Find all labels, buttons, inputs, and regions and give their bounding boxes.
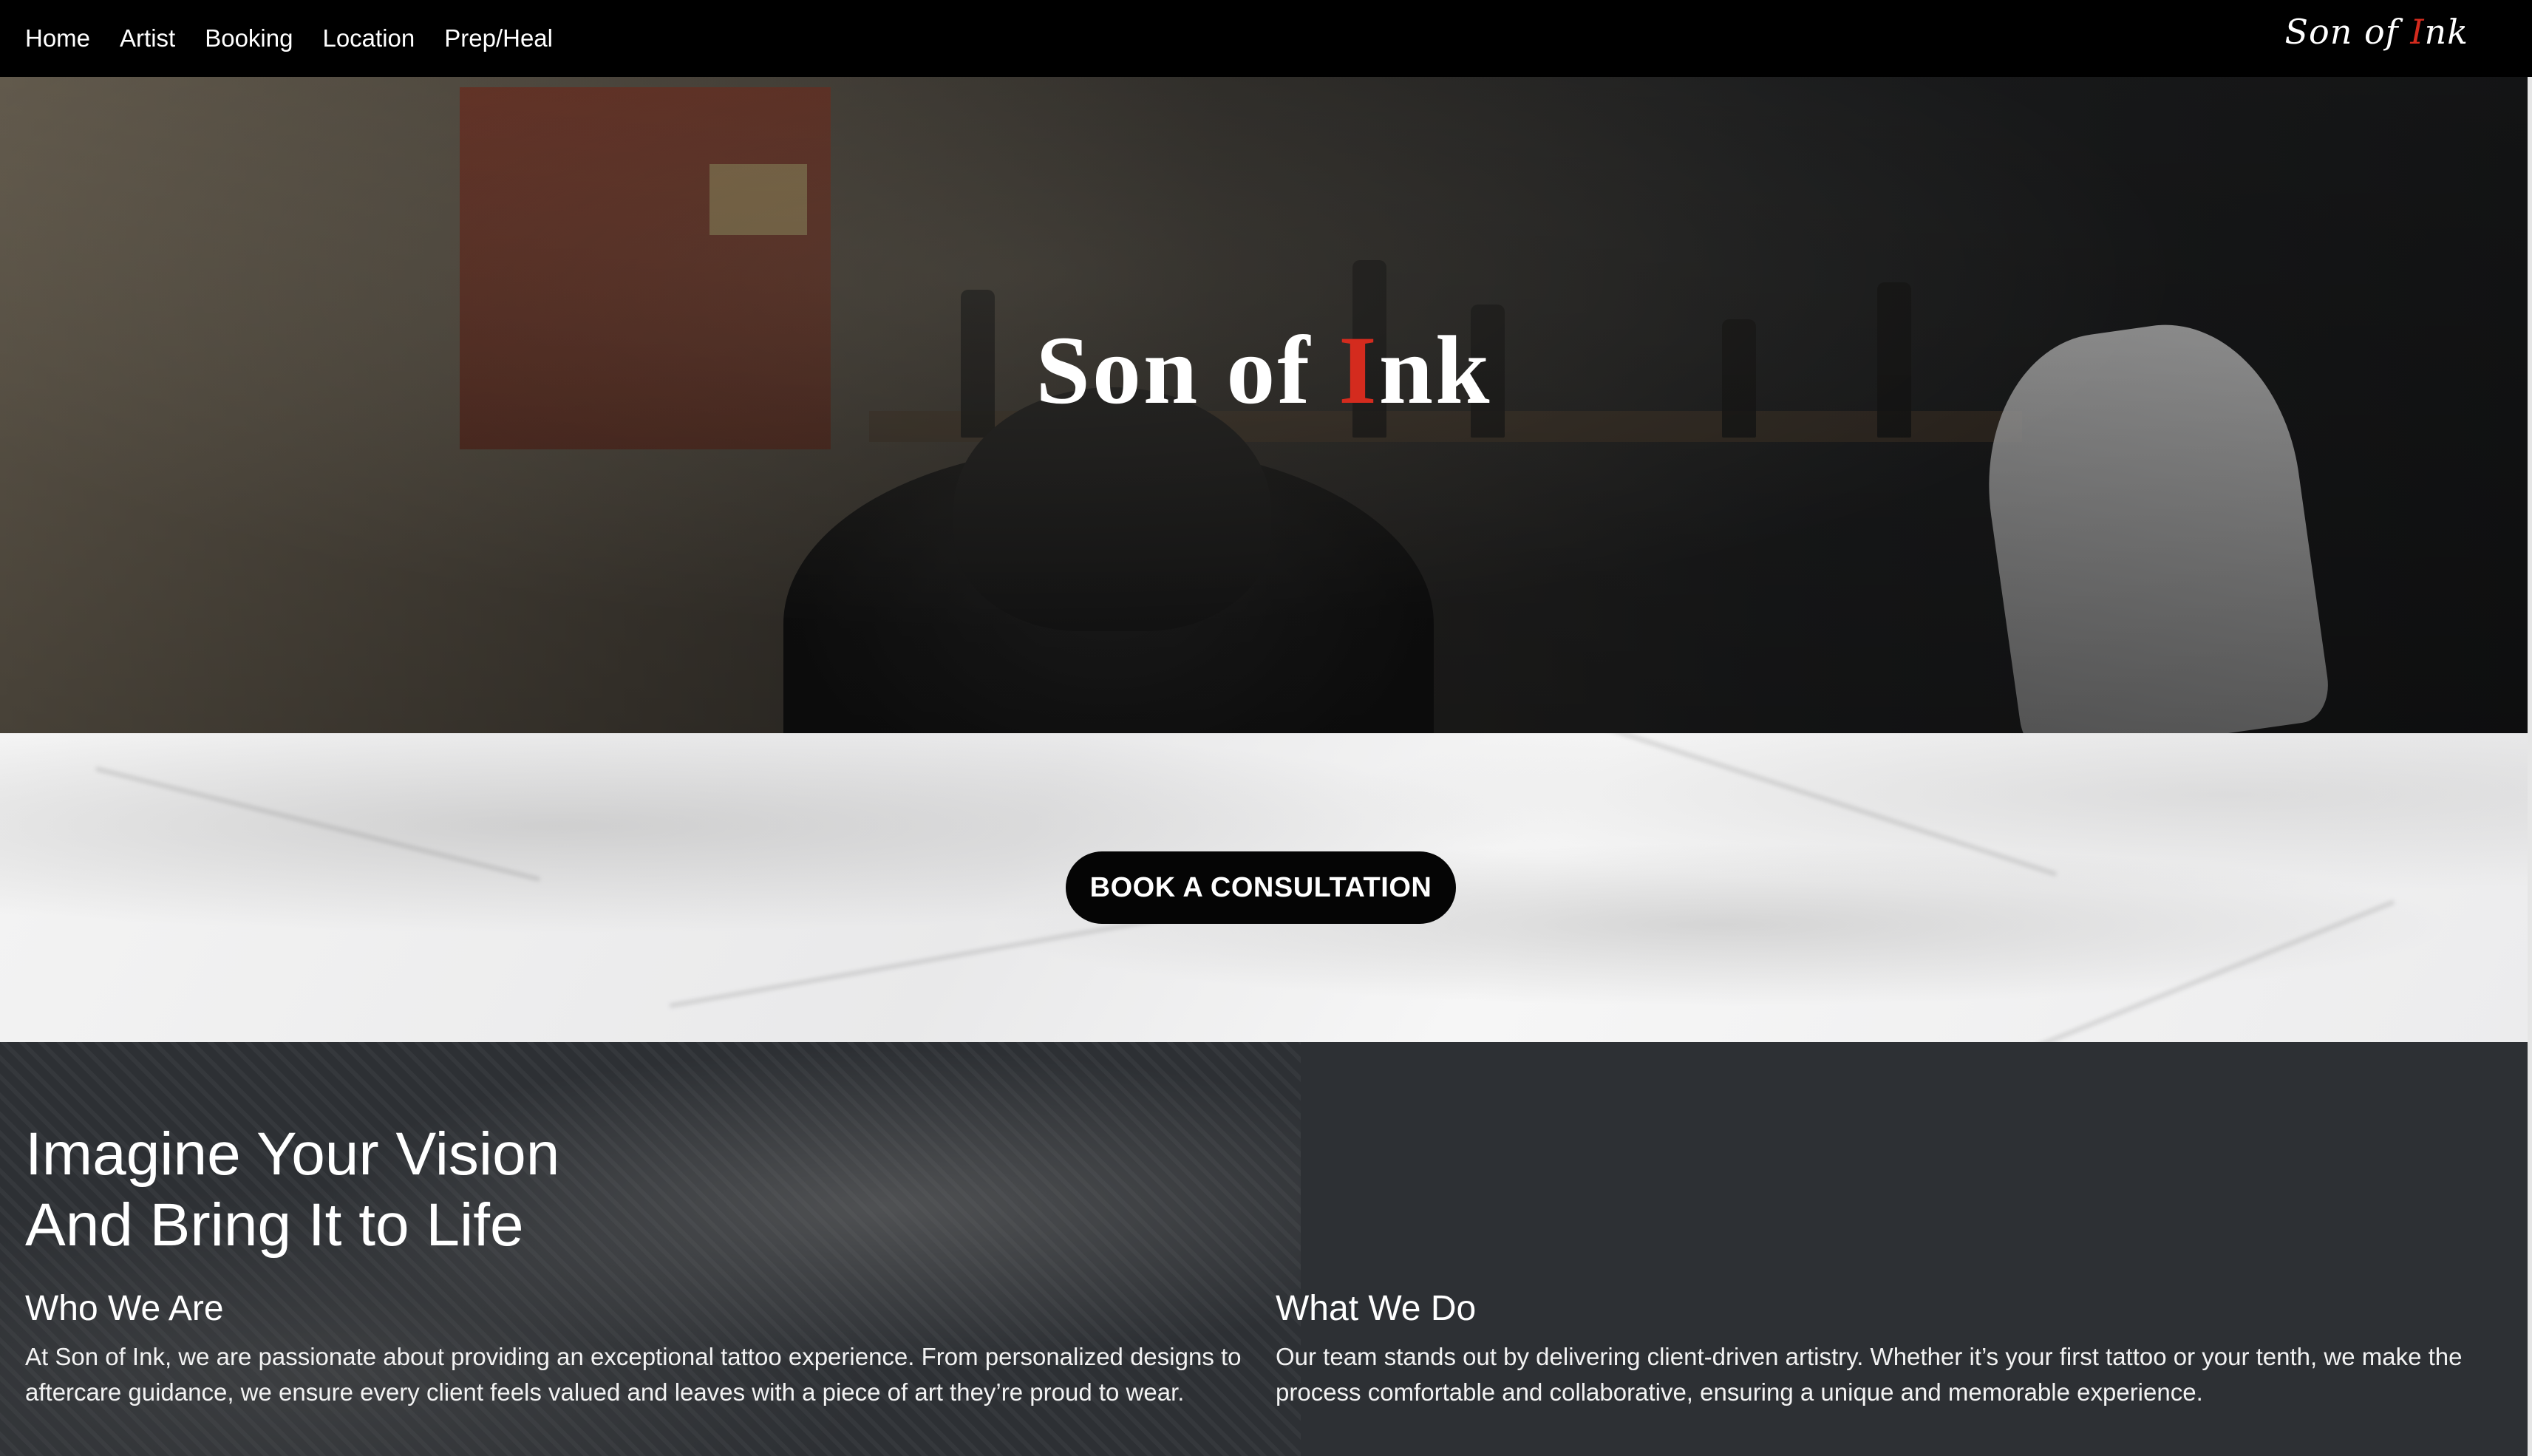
marble-vein — [2009, 899, 2395, 1042]
hero-title: Son of Ink — [0, 313, 2528, 426]
page-scrollbar[interactable] — [2528, 77, 2532, 1456]
who-we-are-text: At Son of Ink, we are passionate about p… — [25, 1343, 1242, 1406]
hero-title-post: nk — [1378, 316, 1492, 424]
top-navbar: Home Artist Booking Location Prep/Heal S… — [0, 0, 2532, 77]
about-heading-line1: Imagine Your Vision — [25, 1120, 560, 1188]
nav-link-artist[interactable]: Artist — [120, 24, 175, 52]
marble-vein — [95, 766, 541, 882]
marble-vein — [1564, 733, 2058, 877]
about-heading-line2: And Bring It to Life — [25, 1191, 524, 1259]
hero-title-pre: Son of — [1035, 316, 1339, 424]
what-we-do-column: What We Do Our team stands out by delive… — [1276, 1286, 2502, 1410]
book-consultation-button[interactable]: BOOK A CONSULTATION — [1066, 851, 1456, 924]
brand-text-post: nk — [2424, 12, 2468, 52]
brand-text-pre: Son of — [2284, 12, 2411, 52]
hero-section: Son of Ink — [0, 77, 2528, 733]
about-section: Imagine Your Vision And Bring It to Life … — [0, 1042, 2528, 1456]
who-we-are-column: Who We Are At Son of Ink, we are passion… — [25, 1286, 1252, 1410]
who-we-are-title: Who We Are — [25, 1289, 224, 1328]
hero-title-accent: I — [1338, 316, 1379, 424]
nav-link-prep-heal[interactable]: Prep/Heal — [444, 24, 553, 52]
what-we-do-title: What We Do — [1276, 1289, 1477, 1328]
cta-section: BOOK A CONSULTATION — [0, 733, 2528, 1042]
nav-link-booking[interactable]: Booking — [205, 24, 293, 52]
nav-link-location[interactable]: Location — [322, 24, 415, 52]
nav-link-home[interactable]: Home — [25, 24, 90, 52]
brand-logo-link[interactable]: Son of Ink — [2285, 12, 2468, 52]
nav-links: Home Artist Booking Location Prep/Heal — [25, 24, 553, 52]
brand-text-accent: I — [2410, 12, 2425, 52]
what-we-do-text: Our team stands out by delivering client… — [1276, 1343, 2463, 1406]
about-heading: Imagine Your Vision And Bring It to Life — [25, 1119, 559, 1261]
